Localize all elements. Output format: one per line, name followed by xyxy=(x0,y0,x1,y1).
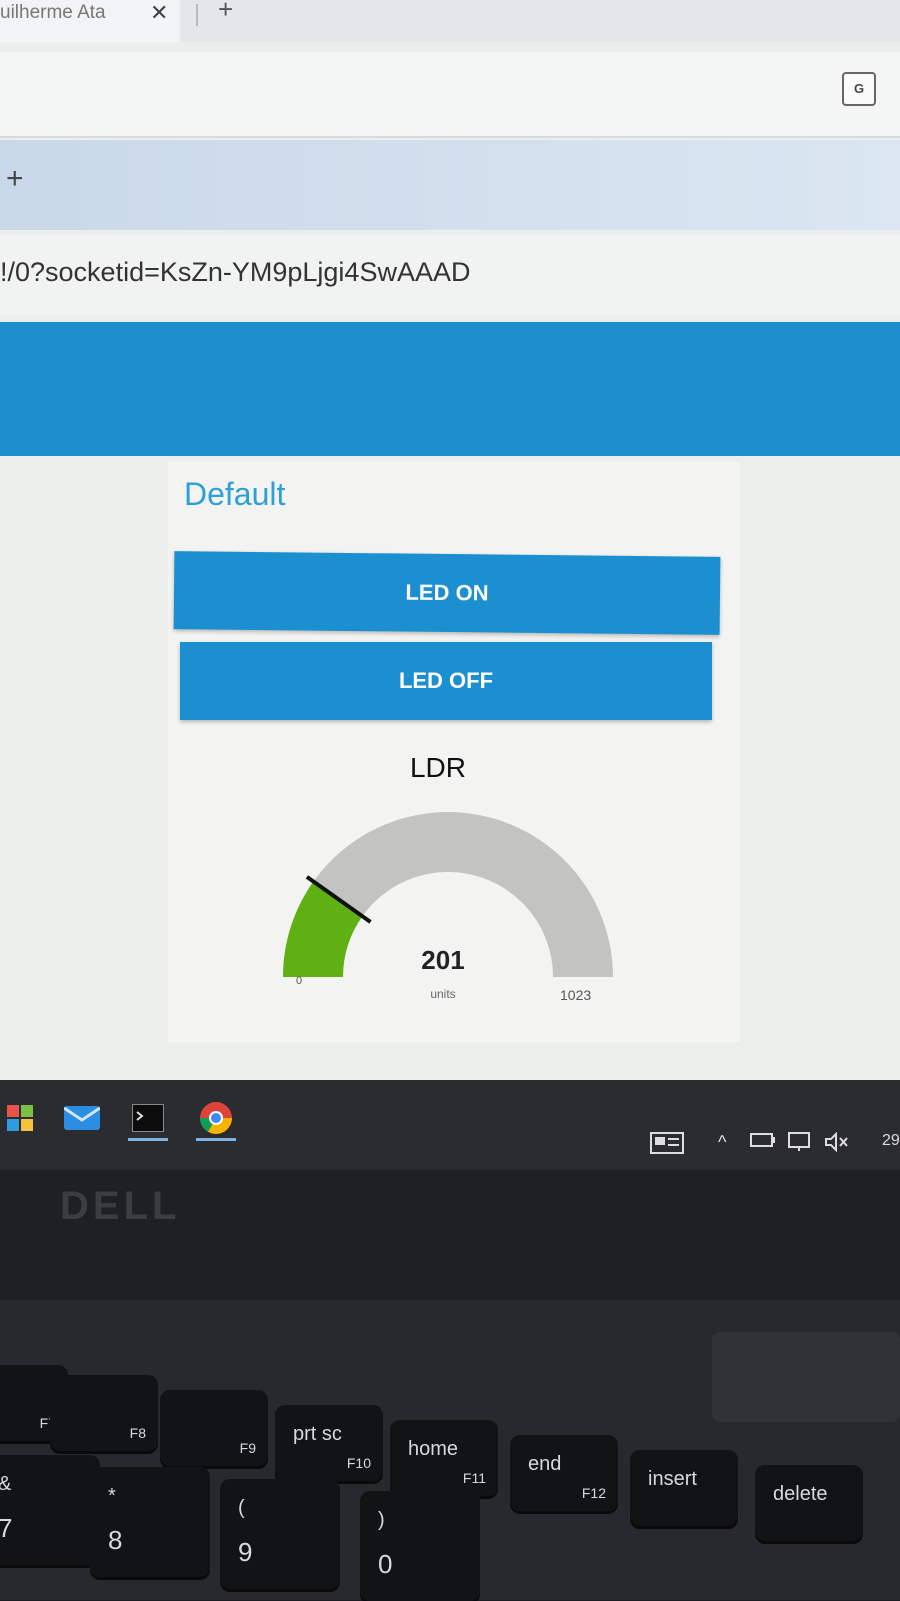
monitor-screen: uilherme Ata ✕ + G + !/0?socketid=KsZn-Y… xyxy=(0,0,900,1170)
gauge-min-label: 0 xyxy=(296,975,303,987)
key-fn-label: F8 xyxy=(129,1425,146,1441)
clock-text[interactable]: 29 xyxy=(882,1132,900,1150)
key-end[interactable]: end F12 xyxy=(510,1435,618,1511)
laptop-bezel: DELL xyxy=(0,1170,900,1300)
led-off-button[interactable]: LED OFF xyxy=(180,642,712,720)
dashboard-group-card: Default LED ON LED OFF LDR 201 units 0 1… xyxy=(168,462,740,1042)
power-button[interactable] xyxy=(712,1332,900,1422)
mail-icon[interactable] xyxy=(62,1098,102,1138)
key-f8[interactable]: F8 xyxy=(50,1375,158,1451)
key-label: prt sc xyxy=(293,1423,342,1445)
key-8[interactable]: * 8 xyxy=(90,1467,210,1577)
translate-icon[interactable]: G xyxy=(842,72,876,106)
key-insert[interactable]: insert xyxy=(630,1450,738,1526)
key-f9[interactable]: F9 xyxy=(160,1390,268,1466)
windows-taskbar: ^ 29 xyxy=(0,1080,900,1170)
key-prt-sc[interactable]: prt sc F10 xyxy=(275,1405,383,1481)
terminal-icon[interactable] xyxy=(128,1098,168,1141)
key-home[interactable]: home F11 xyxy=(390,1420,498,1496)
gauge-value: 201 xyxy=(421,945,465,975)
key-0[interactable]: ) 0 xyxy=(360,1491,480,1601)
key-shift-label: & xyxy=(0,1473,11,1496)
browser-tab-strip: uilherme Ata ✕ + xyxy=(0,0,900,42)
gauge-graphic xyxy=(283,812,613,977)
key-label: 9 xyxy=(238,1537,253,1567)
key-7[interactable]: &7 xyxy=(0,1455,100,1565)
volume-muted-icon[interactable] xyxy=(824,1131,850,1157)
gauge-max-label: 1023 xyxy=(560,987,592,1003)
dashboard-header xyxy=(0,322,900,456)
tab-title: uilherme Ata xyxy=(0,2,106,23)
tab-divider xyxy=(196,4,198,26)
new-tab-button[interactable]: + xyxy=(218,0,233,25)
key-label: 0 xyxy=(378,1549,393,1579)
key-delete[interactable]: delete xyxy=(755,1465,863,1541)
dell-logo: DELL xyxy=(60,1184,181,1228)
key-label: end xyxy=(528,1453,562,1475)
plus-icon[interactable]: + xyxy=(6,162,24,196)
key-fn-label: F11 xyxy=(462,1470,486,1486)
news-icon[interactable] xyxy=(650,1132,684,1159)
url-text[interactable]: !/0?socketid=KsZn-YM9pLjgi4SwAAAD xyxy=(0,257,470,288)
key-fn-label: F9 xyxy=(239,1440,256,1456)
chrome-icon[interactable] xyxy=(196,1098,236,1141)
key-label: insert xyxy=(648,1468,697,1490)
tab-close-icon[interactable]: ✕ xyxy=(150,0,168,26)
key-label: home xyxy=(408,1438,459,1460)
network-icon[interactable] xyxy=(788,1132,814,1157)
key-shift-label: ) xyxy=(378,1509,385,1531)
system-tray: ^ 29 xyxy=(650,1131,900,1168)
windows-start-icon[interactable] xyxy=(0,1098,40,1138)
browser-toolbar: G xyxy=(0,52,900,138)
key-label: 7 xyxy=(0,1513,13,1543)
key-fn-label: F10 xyxy=(346,1455,371,1471)
key-label: delete xyxy=(773,1483,828,1505)
battery-icon[interactable] xyxy=(750,1132,776,1153)
key-label: 8 xyxy=(108,1525,123,1555)
led-on-button[interactable]: LED ON xyxy=(173,551,721,635)
key-shift-label: * xyxy=(108,1485,116,1507)
address-bar[interactable]: !/0?socketid=KsZn-YM9pLjgi4SwAAAD xyxy=(0,235,900,315)
key-shift-label: ( xyxy=(238,1497,245,1519)
key-fn-label: F12 xyxy=(581,1485,606,1501)
gauge-title: LDR xyxy=(409,752,466,783)
key-9[interactable]: (9 xyxy=(220,1479,340,1589)
chevron-up-icon[interactable]: ^ xyxy=(718,1132,726,1153)
ldr-gauge: 201 units 0 1023 xyxy=(258,807,638,1017)
app-top-bar: + xyxy=(0,140,900,230)
browser-tab[interactable]: uilherme Ata ✕ xyxy=(0,0,180,42)
group-title: Default xyxy=(184,476,286,512)
